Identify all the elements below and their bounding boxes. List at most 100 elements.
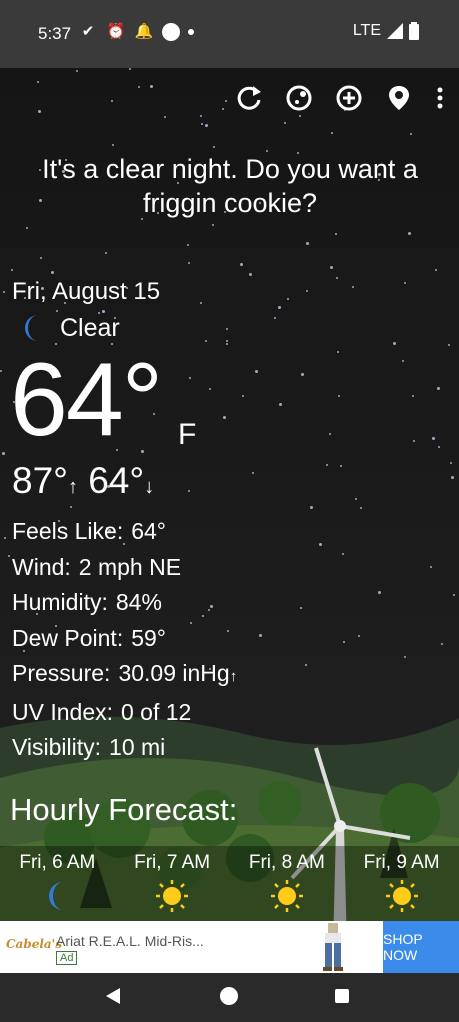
home-icon[interactable]: [220, 987, 238, 1005]
ad-banner[interactable]: Cabela's Ariat R.E.A.L. Mid-Ris... Ad SH…: [0, 921, 459, 973]
star: [76, 69, 79, 72]
star: [211, 223, 214, 226]
star: [299, 115, 302, 118]
star: [199, 301, 202, 304]
more-vert-icon[interactable]: [433, 82, 447, 114]
star: [329, 266, 333, 270]
condition-label: Clear: [60, 313, 120, 342]
star: [326, 464, 329, 467]
star: [224, 100, 227, 103]
star: [341, 553, 344, 556]
bell-icon: 🔔: [134, 23, 154, 40]
weather-headline: It's a clear night. Do you want a friggi…: [42, 154, 418, 218]
low-temp: 64°: [88, 460, 145, 501]
refresh-icon[interactable]: [233, 82, 265, 114]
star: [403, 655, 406, 658]
star: [407, 231, 411, 235]
star: [111, 143, 114, 146]
star: [222, 107, 225, 110]
detail-value: 10 mi: [109, 734, 166, 760]
star: [430, 565, 433, 568]
star: [412, 439, 415, 442]
star: [431, 437, 435, 441]
detail-value: 2 mph NE: [78, 553, 182, 580]
star: [436, 386, 440, 390]
rising-arrow-icon: ↑: [229, 668, 238, 685]
high-low: 87°↑ 64°↓: [12, 460, 154, 502]
location-pin-icon[interactable]: [383, 82, 415, 114]
alarm-icon: ⏰: [106, 23, 126, 40]
detail-value: 0 of 12: [121, 698, 192, 725]
detail-label: Visibility:: [12, 734, 102, 760]
recents-icon[interactable]: [335, 989, 349, 1003]
network-label: LTE: [352, 22, 381, 39]
ad-title[interactable]: Ariat R.E.A.L. Mid-Ris...: [56, 933, 204, 949]
star: [242, 395, 245, 398]
ad-choices-icon[interactable]: ▷: [447, 923, 455, 934]
hourly-forecast-strip[interactable]: Fri, 6 AM Fri, 7 AM Fri, 8 AM Fri, 9 AM: [0, 846, 459, 922]
add-location-icon[interactable]: [333, 82, 365, 114]
star: [129, 68, 132, 71]
star: [448, 344, 451, 347]
star: [3, 536, 6, 539]
sun-icon: [385, 880, 418, 912]
detail-label: Wind:: [12, 553, 71, 580]
star: [412, 395, 415, 398]
star: [240, 263, 244, 267]
star: [70, 506, 73, 509]
star: [277, 306, 281, 310]
signal-icon: [387, 23, 403, 39]
star: [318, 542, 322, 546]
navigation-bar: [0, 973, 459, 1022]
star: [187, 490, 190, 493]
hourly-time: Fri, 8 AM: [248, 852, 325, 873]
star: [226, 342, 229, 345]
status-bar: 5:37 ✔ ⏰ 🔔 LTE: [0, 0, 459, 68]
star: [37, 81, 40, 84]
ad-badge: Ad: [56, 951, 78, 965]
hourly-forecast-title: Hourly Forecast:: [10, 792, 238, 827]
star: [354, 497, 357, 500]
star: [409, 133, 412, 135]
star: [351, 286, 354, 289]
star: [7, 555, 10, 558]
detail-row-dew-point: Dew Point: 59°: [12, 621, 237, 657]
star: [331, 132, 334, 134]
detail-label: Feels Like:: [12, 518, 124, 544]
star: [283, 121, 286, 124]
star: [200, 114, 203, 117]
hourly-item[interactable]: Fri, 7 AM: [115, 846, 230, 922]
detail-label: Dew Point:: [12, 624, 124, 651]
temperature-unit: F: [178, 418, 197, 451]
star: [274, 317, 277, 320]
moon-icon: [25, 315, 38, 341]
star: [254, 370, 258, 374]
star: [335, 233, 338, 236]
star: [358, 635, 361, 638]
star: [402, 359, 405, 362]
star: [3, 291, 6, 294]
hourly-item[interactable]: Fri, 9 AM: [344, 846, 459, 922]
star: [225, 340, 228, 343]
star: [450, 461, 453, 464]
star: [377, 590, 381, 594]
high-temp: 87°: [12, 460, 68, 501]
hourly-item[interactable]: Fri, 6 AM: [0, 846, 115, 922]
up-arrow-icon: ↑: [67, 476, 78, 498]
moon-phase-icon[interactable]: [283, 82, 315, 114]
status-time: 5:37: [38, 24, 72, 43]
star: [337, 350, 340, 353]
star: [310, 506, 314, 510]
star: [305, 663, 308, 666]
hourly-item[interactable]: Fri, 8 AM: [230, 846, 345, 922]
star: [343, 641, 345, 644]
star: [404, 281, 407, 284]
star: [300, 372, 304, 376]
star: [187, 261, 190, 264]
detail-value: 64°: [131, 518, 166, 544]
star: [340, 464, 343, 467]
star: [110, 99, 113, 102]
hourly-time: Fri, 6 AM: [19, 852, 96, 873]
back-icon[interactable]: [106, 988, 120, 1004]
star: [189, 376, 192, 379]
